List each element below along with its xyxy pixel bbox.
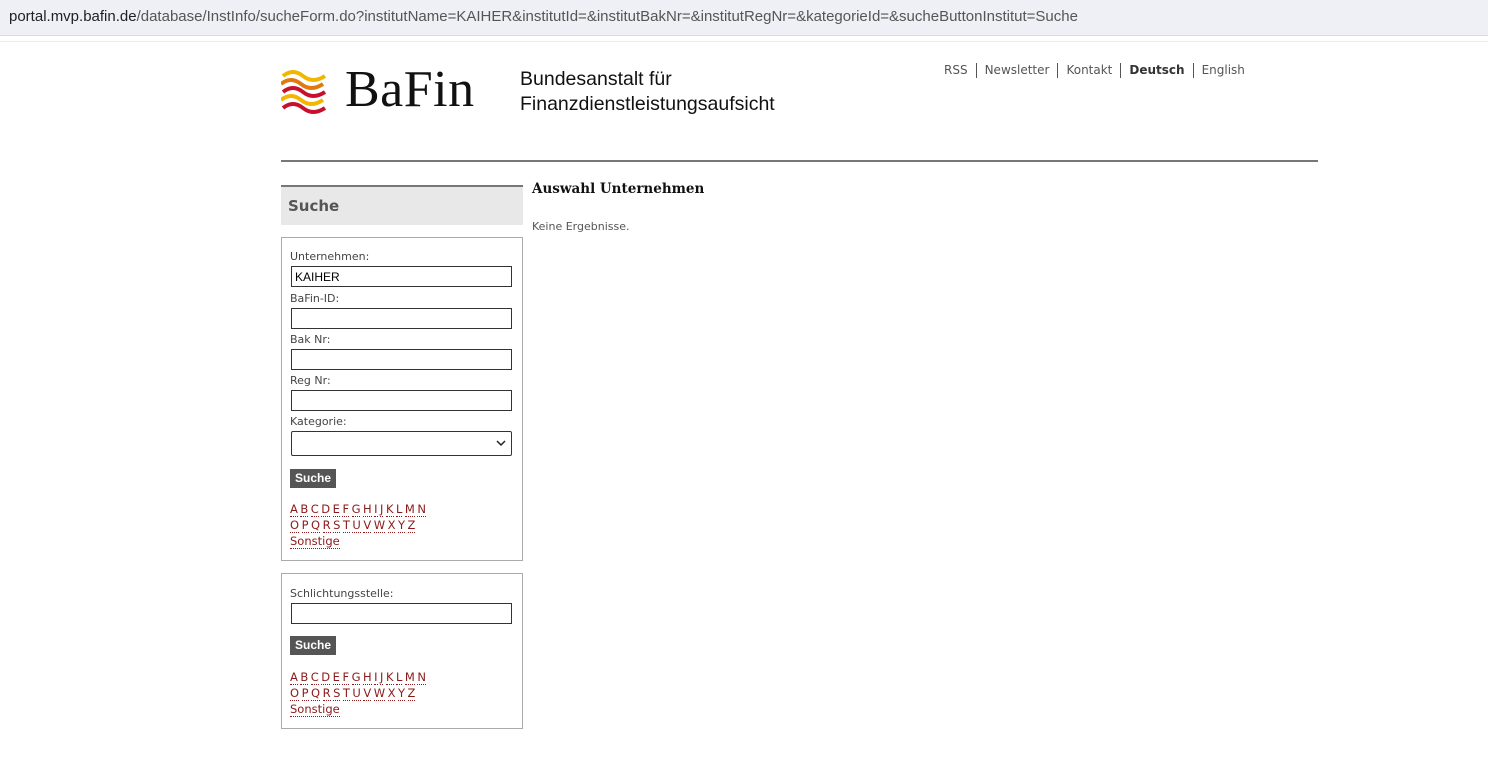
alpha-link-n[interactable]: N (417, 502, 426, 517)
sonstige-link[interactable]: Sonstige (290, 534, 340, 549)
institution-search-form: Unternehmen: BaFin-ID: Bak Nr: Reg Nr: K… (281, 237, 523, 561)
alpha-link-r[interactable]: R (322, 686, 331, 701)
alpha-link-d[interactable]: D (321, 502, 331, 517)
alpha-link-l[interactable]: L (396, 502, 403, 517)
alpha-link-t[interactable]: T (342, 518, 350, 533)
kategorie-select[interactable] (291, 431, 512, 456)
alpha-link-v[interactable]: V (363, 518, 372, 533)
alpha-link-w[interactable]: W (373, 686, 386, 701)
chevron-down-icon (496, 440, 506, 447)
bafin-wave-icon (281, 70, 327, 114)
alphabet-row-1b: ABCDEFGHIJKLMN (290, 670, 428, 685)
alphabet-row-2: OPQRSTUVWXYZ (290, 518, 418, 533)
reg-nr-input[interactable] (291, 390, 512, 411)
top-nav: RSS Newsletter Kontakt Deutsch English (936, 63, 1253, 78)
alpha-link-r[interactable]: R (322, 518, 331, 533)
url-text[interactable]: portal.mvp.bafin.de/database/InstInfo/su… (9, 8, 1078, 25)
schlichtung-search-form: Schlichtungsstelle: Suche ABCDEFGHIJKLMN… (281, 573, 523, 729)
logo-org-name: Bundesanstalt für Finanzdienstleistungsa… (520, 67, 775, 117)
bak-nr-label: Bak Nr: (290, 333, 331, 346)
alpha-link-v[interactable]: V (363, 686, 372, 701)
page-title: Auswahl Unternehmen (532, 181, 705, 197)
divider (0, 41, 1488, 42)
alpha-link-q[interactable]: Q (311, 518, 321, 533)
alpha-link-a[interactable]: A (290, 670, 298, 685)
alpha-link-u[interactable]: U (352, 518, 361, 533)
alpha-link-m[interactable]: M (404, 670, 415, 685)
schlichtung-input[interactable] (291, 603, 512, 624)
alpha-link-b[interactable]: B (300, 502, 309, 517)
alpha-link-m[interactable]: M (404, 502, 415, 517)
other-row: Sonstige (290, 534, 342, 549)
alpha-link-f[interactable]: F (342, 670, 350, 685)
alpha-link-z[interactable]: Z (407, 686, 416, 701)
nav-lang-english[interactable]: English (1192, 63, 1253, 78)
alpha-link-g[interactable]: G (351, 670, 361, 685)
logo-wordmark: BaFin (345, 61, 475, 118)
alpha-link-i[interactable]: I (374, 502, 378, 517)
nav-rss[interactable]: RSS (936, 63, 976, 78)
alpha-link-h[interactable]: H (362, 502, 372, 517)
alpha-link-e[interactable]: E (332, 670, 340, 685)
alpha-link-x[interactable]: X (387, 686, 396, 701)
alpha-link-p[interactable]: P (301, 686, 309, 701)
unternehmen-input[interactable] (291, 266, 512, 287)
reg-nr-label: Reg Nr: (290, 374, 331, 387)
kategorie-label: Kategorie: (290, 415, 347, 428)
alpha-link-o[interactable]: O (290, 686, 300, 701)
alpha-link-k[interactable]: K (385, 502, 394, 517)
schlichtung-label: Schlichtungsstelle: (290, 587, 394, 600)
alpha-link-i[interactable]: I (374, 670, 378, 685)
alpha-link-c[interactable]: C (310, 670, 319, 685)
alpha-link-q[interactable]: Q (311, 686, 321, 701)
sidebar-heading-text: Suche (288, 197, 340, 215)
alpha-link-w[interactable]: W (373, 518, 386, 533)
alpha-link-s[interactable]: S (333, 518, 341, 533)
suche-button[interactable]: Suche (290, 469, 337, 488)
browser-address-bar[interactable]: portal.mvp.bafin.de/database/InstInfo/su… (0, 0, 1488, 36)
alpha-link-j[interactable]: J (380, 670, 384, 685)
other-row-b: Sonstige (290, 702, 342, 717)
alpha-link-e[interactable]: E (332, 502, 340, 517)
alpha-link-t[interactable]: T (342, 686, 350, 701)
alpha-link-h[interactable]: H (362, 670, 372, 685)
alpha-link-k[interactable]: K (385, 670, 394, 685)
alpha-link-y[interactable]: Y (397, 686, 405, 701)
unternehmen-label: Unternehmen: (290, 250, 370, 263)
bak-nr-input[interactable] (291, 349, 512, 370)
alpha-link-l[interactable]: L (396, 670, 403, 685)
nav-kontakt[interactable]: Kontakt (1057, 63, 1120, 78)
alpha-link-b[interactable]: B (300, 670, 309, 685)
bafin-id-input[interactable] (291, 308, 512, 329)
alpha-link-o[interactable]: O (290, 518, 300, 533)
alpha-link-s[interactable]: S (333, 686, 341, 701)
alphabet-row-1: ABCDEFGHIJKLMN (290, 502, 428, 517)
sonstige-link-2[interactable]: Sonstige (290, 702, 340, 717)
alpha-link-a[interactable]: A (290, 502, 298, 517)
alpha-link-g[interactable]: G (351, 502, 361, 517)
org-name-line2: Finanzdienstleistungsaufsicht (520, 93, 775, 115)
suche-button-2[interactable]: Suche (290, 636, 337, 655)
alpha-link-c[interactable]: C (310, 502, 319, 517)
alpha-link-d[interactable]: D (321, 670, 331, 685)
sidebar-heading: Suche (281, 185, 523, 225)
alpha-link-u[interactable]: U (352, 686, 361, 701)
alpha-link-f[interactable]: F (342, 502, 350, 517)
bafin-id-label: BaFin-ID: (290, 292, 340, 305)
alpha-link-n[interactable]: N (417, 670, 426, 685)
alphabet-row-2b: OPQRSTUVWXYZ (290, 686, 418, 701)
nav-lang-deutsch[interactable]: Deutsch (1120, 63, 1192, 78)
alpha-link-y[interactable]: Y (397, 518, 405, 533)
header-rule (281, 160, 1318, 162)
nav-newsletter[interactable]: Newsletter (975, 63, 1058, 78)
no-results-message: Keine Ergebnisse. (532, 220, 630, 233)
alpha-link-x[interactable]: X (387, 518, 396, 533)
org-name-line1: Bundesanstalt für (520, 68, 672, 90)
alpha-link-p[interactable]: P (301, 518, 309, 533)
alpha-link-z[interactable]: Z (407, 518, 416, 533)
alpha-link-j[interactable]: J (380, 502, 384, 517)
